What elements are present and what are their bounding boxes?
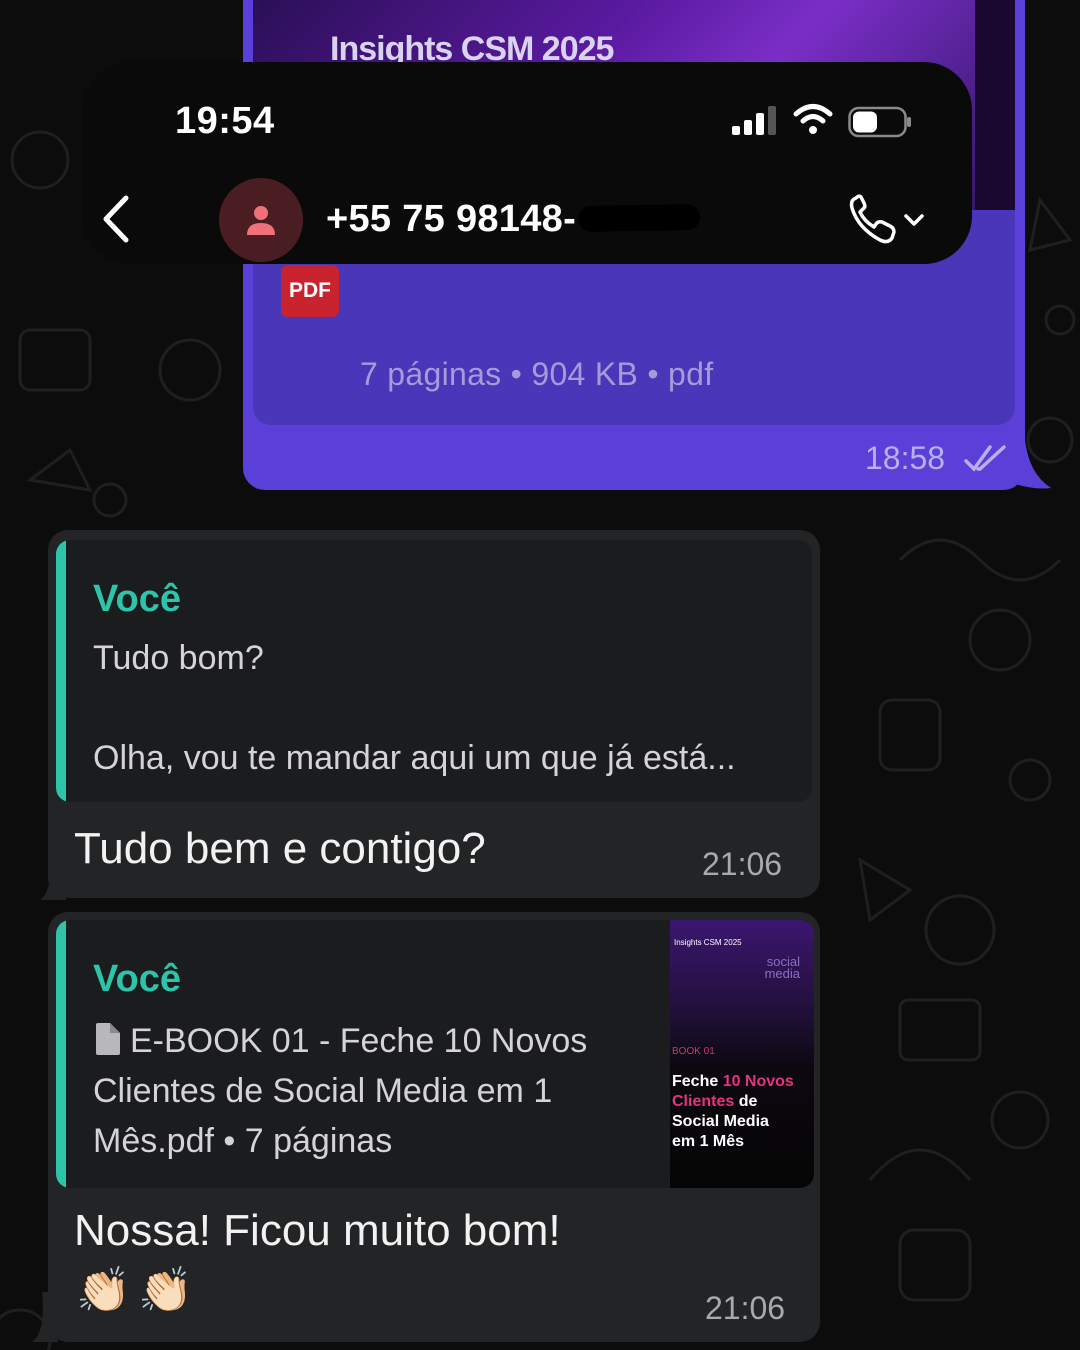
quote-text: Clientes de Social Media em 1 [93,1072,553,1110]
chevron-left-icon[interactable] [100,194,132,244]
bubble-tail [1015,440,1051,489]
double-check-icon [964,445,1006,472]
ebook-title-part: Clientes [672,1093,735,1110]
signal-icon [732,106,776,135]
ebook-subtitle: social media [764,954,800,981]
message-text: Nossa! Ficou muito bom! [74,1206,561,1255]
quote-author: Você [93,958,182,1000]
ebook-thumbnail[interactable]: Insights CSM 2025 social media BOOK 01 F… [670,920,814,1188]
clapping-hands-emoji: 👏🏻 [138,1266,193,1315]
quote-accent-bar [56,540,66,802]
phone-icon[interactable] [846,192,932,248]
ebook-title-part: de [734,1093,758,1110]
ebook-title-part: Social Media [672,1113,769,1130]
incoming-reply-bubble[interactable]: Você Tudo bom? Olha, vou te mandar aqui … [48,530,820,898]
quote-accent-bar [56,920,66,1188]
battery-icon [848,106,911,138]
avatar[interactable] [219,178,303,262]
message-text: Tudo bem e contigo? [74,824,486,873]
ebook-title-part: em 1 Mês [672,1133,745,1150]
contact-name[interactable]: +55 75 98148- [326,198,576,241]
person-icon [247,206,275,235]
status-time: 19:54 [175,100,275,142]
clapping-hands-emoji: 👏🏻 [76,1266,131,1315]
document-meta: 7 páginas • 904 KB • pdf [360,356,714,392]
quote-author: Você [93,578,182,620]
message-time: 21:06 [705,1290,786,1326]
quote-text: Mês.pdf • 7 páginas [93,1122,393,1160]
wifi-icon [793,104,833,134]
ebook-title: Feche 10 Novos Clientes de Social Media … [672,1072,812,1152]
ebook-title-part: Feche [672,1073,723,1090]
ebook-top-label: Insights CSM 2025 [674,938,742,947]
document-icon [96,1023,120,1055]
message-time: 18:58 [865,440,946,476]
document-preview-edge [975,0,1015,210]
quoted-message[interactable]: Você Tudo bom? Olha, vou te mandar aqui … [56,540,812,802]
quote-text: Olha, vou te mandar aqui um que já está.… [93,739,736,777]
quote-text: E-BOOK 01 - Feche 10 Novos [130,1022,588,1060]
redaction-mark [577,203,701,233]
quote-text: Tudo bom? [93,639,264,677]
ebook-title-part: 10 Novos [722,1073,794,1090]
ebook-number: BOOK 01 [672,1046,715,1057]
message-time: 21:06 [702,846,783,882]
pdf-icon: PDF [281,265,339,317]
